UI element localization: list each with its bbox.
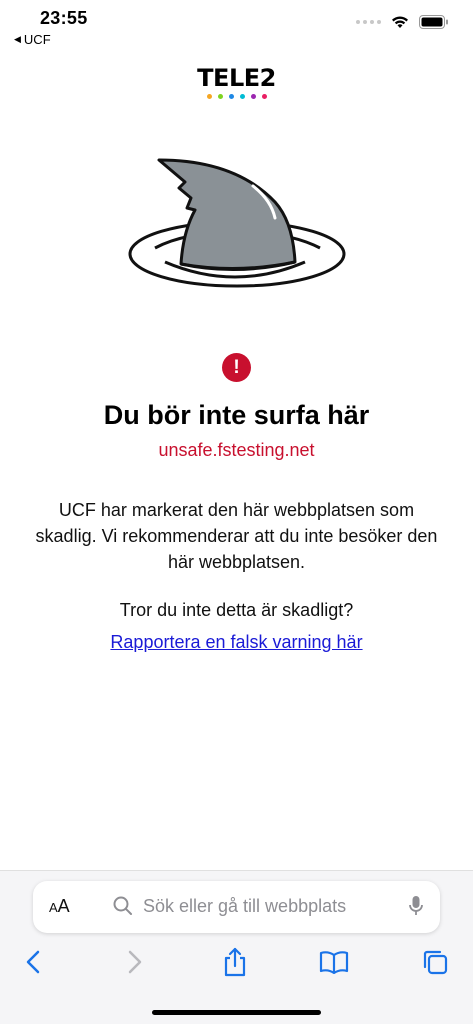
address-bar[interactable]: AA Sök eller gå till webbplats bbox=[33, 881, 440, 933]
logo-text: TELE2 bbox=[197, 64, 276, 92]
logo-dot bbox=[239, 94, 245, 99]
status-time: 23:55 bbox=[40, 8, 88, 28]
bookmarks-icon bbox=[319, 951, 349, 974]
tele2-logo: TELE2 bbox=[0, 64, 473, 99]
tabs-button[interactable] bbox=[420, 947, 450, 977]
status-indicators bbox=[356, 15, 449, 29]
battery-icon bbox=[419, 15, 448, 29]
warning-icon: ! bbox=[222, 353, 251, 382]
microphone-icon[interactable] bbox=[408, 895, 424, 917]
wifi-icon bbox=[392, 16, 408, 28]
report-question: Tror du inte detta är skadligt? bbox=[119, 600, 354, 620]
logo-dot bbox=[250, 94, 256, 99]
forward-button[interactable] bbox=[120, 947, 150, 977]
tabs-icon bbox=[423, 950, 448, 975]
back-to-app-button[interactable]: ◀ UCF bbox=[14, 32, 51, 47]
back-button[interactable] bbox=[18, 947, 48, 977]
screen: 23:55 ◀ UCF TELE2 ! Du bör inte surfa hä… bbox=[0, 0, 473, 1024]
share-button[interactable] bbox=[220, 947, 250, 977]
signal-dots-icon bbox=[356, 20, 381, 24]
logo-dots bbox=[0, 94, 473, 99]
back-arrow-icon: ◀ bbox=[14, 34, 21, 44]
chevron-right-icon bbox=[128, 950, 142, 974]
aa-small: A bbox=[49, 900, 58, 915]
share-icon bbox=[224, 947, 246, 977]
aa-large: A bbox=[57, 896, 70, 916]
search-icon bbox=[113, 896, 132, 915]
back-app-label: UCF bbox=[23, 32, 51, 47]
logo-dot bbox=[217, 94, 223, 99]
warning-description: UCF har markerat den här webbplatsen som… bbox=[35, 500, 438, 572]
logo-dot bbox=[228, 94, 234, 99]
home-indicator[interactable] bbox=[152, 1010, 321, 1015]
report-false-warning-link[interactable]: Rapportera en falsk varning här bbox=[0, 632, 473, 653]
chevron-left-icon bbox=[26, 950, 40, 974]
reader-aa-button[interactable]: AA bbox=[49, 896, 70, 917]
blocked-url: unsafe.fstesting.net bbox=[158, 440, 315, 460]
browser-toolbar bbox=[0, 947, 473, 977]
warning-title: Du bör inte surfa här bbox=[103, 400, 370, 430]
browser-bottom-bar: AA Sök eller gå till webbplats bbox=[0, 870, 473, 1024]
search-input[interactable]: Sök eller gå till webbplats bbox=[143, 896, 346, 917]
logo-dot bbox=[261, 94, 267, 99]
status-bar: 23:55 ◀ UCF bbox=[0, 0, 473, 52]
shark-fin-illustration bbox=[128, 158, 346, 288]
bookmarks-button[interactable] bbox=[319, 947, 349, 977]
logo-dot bbox=[206, 94, 212, 99]
